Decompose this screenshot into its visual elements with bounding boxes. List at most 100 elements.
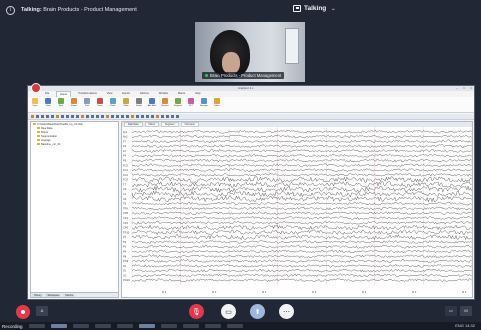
toolbar-icon[interactable] <box>131 115 134 118</box>
toolbar-icon[interactable] <box>126 115 129 118</box>
ribbon-button[interactable]: Redo <box>108 98 118 110</box>
toolbar-icon[interactable] <box>81 115 84 118</box>
channel-label: Fp2 <box>123 135 128 139</box>
toolbar-icon[interactable] <box>141 115 144 118</box>
toolbar-icon[interactable] <box>101 115 104 118</box>
ribbon-button[interactable]: Save <box>56 98 66 110</box>
meeting-title-bold: Talking: <box>21 7 42 13</box>
toolbar-icon[interactable] <box>96 115 99 118</box>
taskbar-app[interactable] <box>182 324 199 328</box>
toolbar-icon[interactable] <box>61 115 64 118</box>
ribbon-button-icon <box>32 98 38 104</box>
eeg-channel-trace <box>131 259 472 263</box>
tree-node-label: Average <box>41 138 51 142</box>
toolbar-icon[interactable] <box>51 115 54 118</box>
ribbon-button[interactable]: Show <box>121 98 131 110</box>
eeg-channel-trace <box>131 273 472 278</box>
toolbar-icon[interactable] <box>66 115 69 118</box>
record-button[interactable] <box>16 305 30 319</box>
pane-tab[interactable]: Workspace <box>45 293 62 297</box>
maximize-icon[interactable]: □ <box>461 86 467 91</box>
mic-button[interactable]: 🎙 <box>189 304 204 319</box>
channel-label: CP2 <box>123 221 129 225</box>
ribbon-button[interactable]: Undo <box>95 98 105 110</box>
toolbar-icon[interactable] <box>106 115 109 118</box>
share-screen-button[interactable]: ⬆ <box>250 304 265 319</box>
toolbar-icon[interactable] <box>46 115 49 118</box>
toolbar-icon[interactable] <box>146 115 149 118</box>
toolbar-icon[interactable] <box>161 115 164 118</box>
pane-tab[interactable]: History <box>32 293 44 297</box>
info-icon[interactable]: i <box>6 6 15 15</box>
ribbon-button[interactable]: Add Mark <box>147 98 157 110</box>
app-logo-icon[interactable] <box>31 83 41 93</box>
ribbon-button-icon <box>175 98 181 104</box>
ribbon-button[interactable]: Open <box>30 98 40 110</box>
taskbar-app[interactable] <box>28 324 45 328</box>
channel-label: PO9 <box>123 259 129 263</box>
eeg-channel-trace <box>131 190 472 198</box>
toolbar-icon[interactable] <box>91 115 94 118</box>
toolbar-icon[interactable] <box>151 115 154 118</box>
toolbar-icon[interactable] <box>71 115 74 118</box>
ribbon-button[interactable]: FFT <box>186 98 196 110</box>
toolbar-icon[interactable] <box>136 115 139 118</box>
more-options-button[interactable]: ⋯ <box>279 304 294 319</box>
channel-label: FC5 <box>123 163 128 167</box>
channel-label: TP10 <box>123 230 130 234</box>
taskbar-app[interactable] <box>138 324 155 328</box>
layout-button[interactable]: A <box>36 306 48 316</box>
tree-node[interactable]: Baseline_cor_01 <box>31 142 118 146</box>
taskbar-app[interactable] <box>226 324 243 328</box>
toolbar-icon[interactable] <box>176 115 179 118</box>
ribbon-button[interactable]: Average <box>199 98 209 110</box>
chevron-down-icon: ⌄ <box>331 5 336 12</box>
ribbon-button[interactable]: Segment <box>173 98 183 110</box>
eeg-traces-canvas[interactable]: Fp1Fp2F7F3FzF4F8FC5FC1FC2FC6T7C3CzC4T8TP… <box>122 127 472 298</box>
ribbon-button[interactable]: Details <box>134 98 144 110</box>
ribbon-button[interactable]: Filters <box>212 98 222 110</box>
toolbar-icon[interactable] <box>56 115 59 118</box>
channel-label: Oz <box>123 269 127 273</box>
toolbar-icon[interactable] <box>36 115 39 118</box>
taskbar-app[interactable] <box>160 324 177 328</box>
ribbon-button[interactable]: Print <box>82 98 92 110</box>
taskbar-app[interactable] <box>204 324 221 328</box>
eeg-channel-trace <box>131 185 472 193</box>
ribbon-button[interactable]: Markers <box>160 98 170 110</box>
eeg-channel-trace <box>131 130 472 134</box>
taskbar-app[interactable] <box>72 324 89 328</box>
taskbar-app[interactable] <box>50 324 67 328</box>
pane-tab[interactable]: Macros <box>63 293 76 297</box>
history-tree-pane: C:\Vision\Raw\Files\Testfile_bp_01.vhdr R… <box>30 121 119 298</box>
toolbar-icon[interactable] <box>116 115 119 118</box>
toolbar-icon[interactable] <box>76 115 79 118</box>
toolbar-icon[interactable] <box>121 115 124 118</box>
channel-label: T7 <box>123 182 127 186</box>
tree-node-label: Baseline_cor_01 <box>41 142 61 146</box>
taskbar-app[interactable] <box>116 324 133 328</box>
minimize-icon[interactable]: – <box>454 86 460 91</box>
toolbar-icon[interactable] <box>166 115 169 118</box>
channel-label: P7 <box>123 235 127 239</box>
participant-video-tile[interactable]: Brain Products - Product Management <box>195 22 305 82</box>
menu-button[interactable]: M <box>460 306 472 316</box>
close-icon[interactable]: × <box>468 86 474 91</box>
toolbar-icon[interactable] <box>156 115 159 118</box>
ribbon-button[interactable]: Export <box>69 98 79 110</box>
toolbar-icon[interactable] <box>111 115 114 118</box>
tree-node-label: C:\Vision\Raw\Files\Testfile_bp_01.vhdr <box>37 122 83 126</box>
meeting-top-bar: i Talking: Brain Products - Product Mana… <box>0 0 481 22</box>
taskbar-app[interactable] <box>94 324 111 328</box>
toolbar-icon[interactable] <box>31 115 34 118</box>
ribbon-button[interactable]: Close <box>43 98 53 110</box>
toolbar-icon[interactable] <box>171 115 174 118</box>
talking-status-menu[interactable]: Talking ⌄ <box>293 5 335 12</box>
camera-button[interactable]: ▭ <box>221 304 236 319</box>
channel-label: FC1 <box>123 168 128 172</box>
toolbar-icon[interactable] <box>41 115 44 118</box>
eeg-channel-trace <box>131 221 472 225</box>
chat-button[interactable]: ▭ <box>445 306 457 316</box>
eeg-channel-trace <box>131 144 472 148</box>
toolbar-icon[interactable] <box>86 115 89 118</box>
